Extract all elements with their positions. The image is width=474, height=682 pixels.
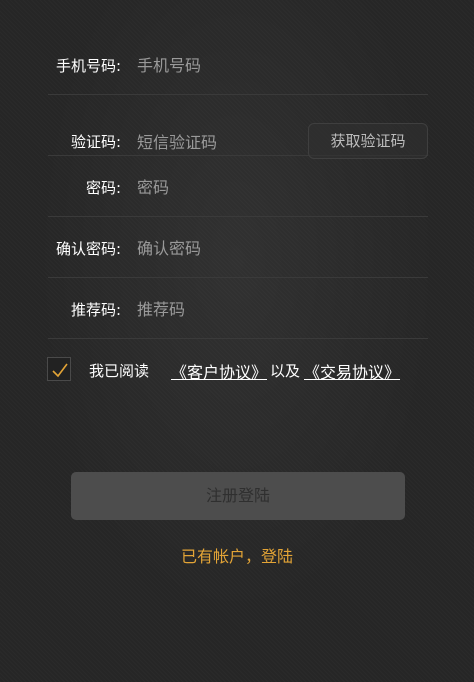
- register-form: 手机号码: 验证码: 获取验证码 密码: 确认密码: 推荐码:: [48, 34, 428, 339]
- confirm-password-label: 确认密码:: [55, 240, 121, 258]
- referral-label: 推荐码:: [70, 301, 121, 319]
- password-input[interactable]: [137, 175, 307, 199]
- confirm-password-input[interactable]: [137, 236, 307, 260]
- phone-input[interactable]: [137, 53, 307, 77]
- code-label: 验证码:: [70, 133, 121, 151]
- phone-row: 手机号码:: [48, 34, 428, 95]
- login-link[interactable]: 已有帐户，登陆: [0, 543, 474, 567]
- referral-row: 推荐码:: [48, 278, 428, 339]
- code-row: 验证码: 获取验证码: [48, 95, 428, 159]
- password-row: 密码:: [48, 156, 428, 217]
- get-code-button[interactable]: 获取验证码: [308, 123, 428, 159]
- agreement-prefix: 我已阅读: [89, 362, 150, 380]
- phone-label: 手机号码:: [55, 57, 121, 75]
- agreement-row: 我已阅读 《客户协议》 以及 《交易协议》: [47, 357, 427, 383]
- register-button[interactable]: 注册登陆: [71, 472, 405, 520]
- password-label: 密码:: [85, 179, 121, 197]
- agreement-and: 以及: [270, 362, 301, 380]
- customer-agreement-link[interactable]: 《客户协议》: [171, 359, 267, 383]
- trade-agreement-link[interactable]: 《交易协议》: [304, 359, 400, 383]
- checkmark-icon: [52, 363, 68, 378]
- referral-input[interactable]: [137, 297, 307, 321]
- agreement-checkbox[interactable]: [47, 357, 71, 381]
- sms-code-input[interactable]: [137, 130, 307, 154]
- confirm-password-row: 确认密码:: [48, 217, 428, 278]
